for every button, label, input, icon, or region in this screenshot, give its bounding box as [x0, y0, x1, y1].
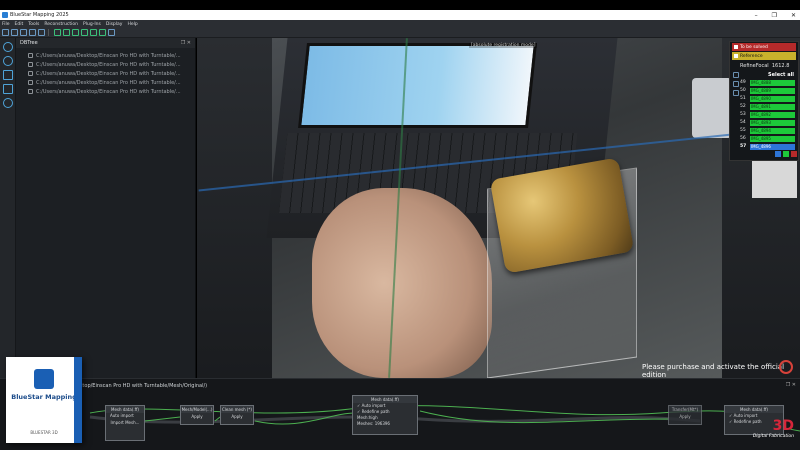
hand-image	[312, 188, 492, 378]
file-icon	[28, 71, 33, 76]
3d-viewport[interactable]: [absolute registration mode] Please purc…	[197, 38, 800, 378]
dbtree-title: DBTree	[20, 40, 38, 46]
open-file-icon[interactable]	[11, 29, 18, 36]
transfer-node[interactable]: Transfer(Mt*) Apply	[668, 405, 702, 425]
to-be-solved-toggle[interactable]: To be solved	[732, 43, 796, 51]
image-list: 49 IMG_4888 50 IMG_4889 51 IMG_4890 52 IMG_4…	[730, 79, 798, 150]
brand-logo: 3D Digital Fabrication	[753, 418, 794, 439]
product-box: BlueStar Mapping BLUESTAR 3D	[6, 357, 82, 443]
background-photo	[266, 38, 797, 378]
left-toolbar	[0, 38, 16, 378]
file-icon	[28, 62, 33, 67]
node-graph[interactable]: Mesh data(.ff) Auto import Import Mesh..…	[0, 391, 800, 450]
folder-icon	[28, 89, 33, 94]
main-toolbar	[0, 28, 800, 38]
background-object	[752, 158, 797, 198]
add-icon[interactable]	[775, 151, 781, 157]
background-object	[692, 78, 732, 138]
search-icon[interactable]	[3, 42, 13, 52]
dbtree-header: DBTree ❐ ✕	[16, 38, 195, 48]
node-graph-panel: Desktop/Einscan Pro HD with Turntable/Me…	[0, 378, 800, 450]
registration-mode-label: [absolute registration mode]	[469, 43, 538, 48]
texture-icon[interactable]	[72, 29, 79, 36]
network-icon[interactable]	[3, 98, 13, 108]
window-title: BlueStar Mapping 2025	[10, 12, 69, 18]
brand-subtitle: Digital Fabrication	[752, 434, 794, 439]
tree-item[interactable]: C:/Users/anuwa/Desktop/Einscan Pro HD wi…	[28, 69, 193, 78]
mesh-icon[interactable]	[63, 29, 70, 36]
minimize-button[interactable]: –	[755, 12, 758, 19]
menu-bar: File Edit Tools Reconstruction Plug-Ins …	[0, 20, 800, 28]
menu-file[interactable]: File	[2, 22, 10, 27]
checkbox-icon	[734, 54, 738, 58]
file-icon	[28, 53, 33, 58]
image-icon[interactable]	[733, 81, 739, 87]
tree-item[interactable]: C:/Users/anuwa/Desktop/Einscan Pro HD wi…	[28, 51, 193, 60]
clean-mesh-node[interactable]: Clean mesh (*) Apply	[220, 405, 254, 425]
camera-icon[interactable]	[54, 29, 61, 36]
close-button[interactable]: ✕	[791, 12, 796, 19]
menu-reconstruction[interactable]: Reconstruction	[44, 22, 78, 27]
folder-icon[interactable]	[29, 29, 36, 36]
image-item[interactable]: 56 IMG_4895	[740, 135, 795, 142]
save-icon[interactable]	[20, 29, 27, 36]
image-item[interactable]: 52 IMG_4891	[740, 103, 795, 110]
tree-item[interactable]: C:/Users/anuwa/Desktop/Einscan Pro HD wi…	[28, 60, 193, 69]
orientation-icon[interactable]	[779, 360, 793, 374]
menu-display[interactable]: Display	[106, 22, 123, 27]
camera-icon[interactable]	[733, 72, 739, 78]
image-item[interactable]: 50 IMG_4889	[740, 87, 795, 94]
globe-icon[interactable]	[2, 29, 9, 36]
dbtree-panel: DBTree ❐ ✕ C:/Users/anuwa/Desktop/Einsca…	[16, 38, 196, 378]
reference-toggle[interactable]: Reference	[732, 52, 796, 60]
product-footer: BLUESTAR 3D	[30, 430, 58, 435]
panel-controls[interactable]: ❐ ✕	[181, 40, 191, 46]
gear-icon[interactable]	[733, 90, 739, 96]
building-icon[interactable]	[3, 84, 13, 94]
product-title: BlueStar Mapping	[11, 393, 77, 401]
export-icon[interactable]	[38, 29, 45, 36]
maximize-button[interactable]: ❐	[772, 12, 777, 19]
image-item[interactable]: 54 IMG_4893	[740, 119, 795, 126]
menu-plugins[interactable]: Plug-Ins	[83, 22, 101, 27]
select-all-button[interactable]: Select all	[730, 72, 798, 78]
tree-item[interactable]: C:/Users/anuwa/Desktop/Einscan Pro HD wi…	[28, 78, 193, 87]
transform-icon[interactable]	[90, 29, 97, 36]
measure-icon[interactable]	[99, 29, 106, 36]
image-item[interactable]: 55 IMG_4894	[740, 127, 795, 134]
menu-tools[interactable]: Tools	[28, 22, 39, 27]
panel-controls[interactable]: ❐ ✕	[786, 382, 796, 388]
tree-item[interactable]: C:/Users/anuwa/Desktop/Einscan Pro HD wi…	[28, 87, 193, 96]
refine-focal: RefineFocal 1612.8	[740, 63, 790, 69]
align-icon[interactable]	[81, 29, 88, 36]
settings-icon[interactable]	[108, 29, 115, 36]
laptop-screen	[298, 43, 537, 128]
watermark-text: Please purchase and activate the officia…	[642, 363, 785, 378]
mesh-data-node-2[interactable]: Mesh data(.ff) ✓ Auto import ✓ Redefine …	[352, 395, 418, 435]
file-icon	[28, 80, 33, 85]
delete-icon[interactable]	[791, 151, 797, 157]
image-item-selected[interactable]: 57 IMG_4896	[740, 143, 795, 150]
toolbar-divider	[48, 29, 49, 36]
image-item[interactable]: 49 IMG_4888	[740, 79, 795, 86]
node-graph-icon[interactable]	[3, 70, 13, 80]
bluestar-logo-icon	[34, 369, 54, 389]
app-icon	[2, 12, 8, 18]
graph-path: Desktop/Einscan Pro HD with Turntable/Me…	[70, 383, 208, 389]
image-list-panel: To be solved Reference RefineFocal 1612.…	[729, 41, 799, 161]
image-item[interactable]: 51 IMG_4890	[740, 95, 795, 102]
window-titlebar: BlueStar Mapping 2025 – ❐ ✕	[0, 10, 800, 20]
menu-edit[interactable]: Edit	[15, 22, 24, 27]
checkbox-icon	[734, 45, 738, 49]
brand-name: 3D	[772, 418, 794, 434]
image-panel-side-tools	[733, 72, 739, 102]
menu-help[interactable]: Help	[127, 22, 137, 27]
mesh-model-node[interactable]: Mesh/Model(...) Apply	[180, 405, 214, 425]
image-panel-footer	[733, 151, 797, 157]
zoom-icon[interactable]	[3, 56, 13, 66]
confirm-icon[interactable]	[783, 151, 789, 157]
mesh-data-node-1[interactable]: Mesh data(.ff) Auto import Import Mesh..…	[105, 405, 145, 441]
image-item[interactable]: 53 IMG_4892	[740, 111, 795, 118]
